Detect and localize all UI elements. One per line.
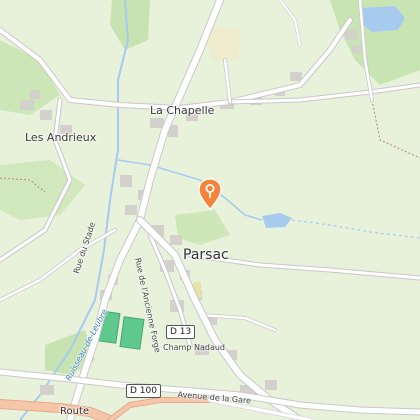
map-canvas[interactable]: La Chapelle Les Andrieux Parsac Rue du S… <box>0 0 420 420</box>
street-label-route: Route <box>60 406 90 417</box>
road-shield-d100: D 100 <box>126 384 161 398</box>
sports-pitch <box>119 316 145 350</box>
road-shield-d13: D 13 <box>166 325 196 339</box>
street-label-champ-nadaud: Champ Nadaud <box>163 343 225 352</box>
place-label-les-andrieux: Les Andrieux <box>25 131 97 144</box>
place-label-la-chapelle: La Chapelle <box>150 104 215 117</box>
map-pin-icon[interactable] <box>198 178 222 210</box>
place-label-parsac: Parsac <box>183 247 229 263</box>
map-pin-icon <box>198 178 222 210</box>
